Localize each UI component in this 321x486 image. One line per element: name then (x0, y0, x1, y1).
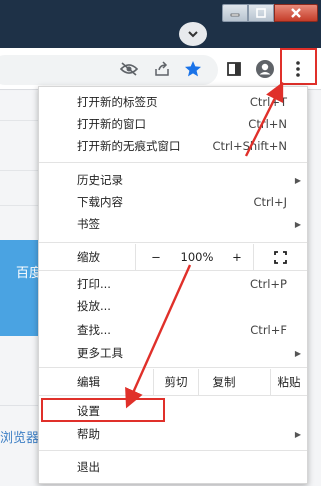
menu-item-shortcut: Ctrl+T (249, 95, 287, 109)
menu-item-shortcut: Ctrl+N (248, 117, 287, 131)
menu-separator (39, 395, 307, 396)
edit-row: 编辑 剪切 复制 粘贴 (39, 369, 307, 395)
copy-button[interactable]: 复制 (199, 369, 249, 395)
zoom-out-button[interactable]: − (139, 244, 173, 270)
menu-separator (39, 242, 307, 243)
page-divider (0, 405, 40, 406)
menu-separator (39, 162, 307, 163)
menu-item-cast[interactable]: 投放... (39, 295, 307, 317)
maximize-icon (256, 8, 266, 18)
submenu-arrow-icon: ▶ (294, 219, 301, 229)
minimize-icon (230, 13, 240, 17)
chevron-down-icon (188, 31, 198, 38)
profile-icon[interactable] (254, 58, 276, 80)
menu-item-more-tools[interactable]: 更多工具 ▶ (39, 342, 307, 364)
menu-item-new-tab[interactable]: 打开新的标签页 Ctrl+T (39, 91, 307, 113)
menu-item-print[interactable]: 打印... Ctrl+P (39, 273, 307, 295)
menu-item-incognito[interactable]: 打开新的无痕式窗口 Ctrl+Shift+N (39, 135, 307, 157)
menu-item-history[interactable]: 历史记录 ▶ (39, 169, 307, 191)
menu-button-highlight (280, 48, 317, 85)
page-divider (0, 120, 40, 121)
paste-button[interactable]: 粘贴 (271, 369, 307, 395)
menu-item-label: 书签 (77, 217, 100, 231)
menu-item-label: 打开新的窗口 (77, 117, 146, 131)
menu-separator (39, 270, 307, 271)
submenu-arrow-icon: ▶ (294, 348, 301, 358)
cut-button[interactable]: 剪切 (154, 369, 198, 395)
browser-toolbar (0, 48, 321, 90)
menu-item-shortcut: Ctrl+Shift+N (212, 139, 287, 153)
menu-item-find[interactable]: 查找... Ctrl+F (39, 319, 307, 341)
fullscreen-button[interactable] (254, 244, 307, 270)
menu-item-downloads[interactable]: 下载内容 Ctrl+J (39, 191, 307, 213)
maximize-button[interactable] (248, 4, 274, 22)
menu-item-bookmarks[interactable]: 书签 ▶ (39, 213, 307, 235)
menu-item-label: 投放... (77, 299, 111, 313)
menu-item-label: 帮助 (77, 427, 100, 441)
menu-item-exit[interactable]: 退出 (39, 456, 307, 478)
side-panel-icon[interactable] (223, 58, 245, 80)
submenu-arrow-icon: ▶ (294, 175, 301, 185)
page-link-text[interactable]: 浏览器 (0, 427, 39, 446)
submenu-arrow-icon: ▶ (294, 429, 301, 439)
page-divider (0, 170, 40, 171)
menu-item-help[interactable]: 帮助 ▶ (39, 423, 307, 445)
menu-item-label: 下载内容 (77, 195, 123, 209)
menu-item-shortcut: Ctrl+P (249, 277, 287, 291)
menu-item-label: 历史记录 (77, 173, 123, 187)
page-blue-banner (0, 240, 40, 336)
menu-item-shortcut: Ctrl+F (250, 323, 287, 337)
minimize-button[interactable] (222, 4, 248, 22)
zoom-row: 缩放 − 100% + (39, 244, 307, 270)
edit-label: 编辑 (77, 369, 137, 395)
menu-item-label: 查找... (77, 323, 111, 337)
zoom-in-button[interactable]: + (221, 244, 253, 270)
menu-item-shortcut: Ctrl+J (253, 195, 288, 209)
zoom-value: 100% (180, 250, 214, 264)
fullscreen-icon (274, 250, 287, 264)
close-icon (291, 8, 301, 18)
window-title-bar (0, 0, 321, 48)
star-icon[interactable] (182, 58, 204, 80)
menu-separator (39, 450, 307, 451)
zoom-divider (135, 244, 136, 270)
page-divider (0, 205, 40, 206)
zoom-label: 缩放 (77, 250, 100, 264)
page-scrollbar-track[interactable] (310, 100, 321, 486)
menu-item-label: 更多工具 (77, 346, 123, 360)
menu-separator (39, 367, 307, 368)
settings-highlight (41, 398, 165, 422)
tab-search-button[interactable] (179, 22, 207, 46)
eye-off-icon[interactable] (118, 58, 140, 80)
menu-item-label: 打开新的标签页 (77, 95, 158, 109)
menu-item-label: 退出 (77, 460, 100, 474)
close-button[interactable] (274, 4, 318, 22)
menu-item-label: 打印... (77, 277, 111, 291)
menu-item-label: 打开新的无痕式窗口 (77, 139, 181, 153)
chrome-main-menu: 打开新的标签页 Ctrl+T 打开新的窗口 Ctrl+N 打开新的无痕式窗口 C… (38, 86, 308, 484)
menu-item-new-window[interactable]: 打开新的窗口 Ctrl+N (39, 113, 307, 135)
share-icon[interactable] (151, 58, 173, 80)
